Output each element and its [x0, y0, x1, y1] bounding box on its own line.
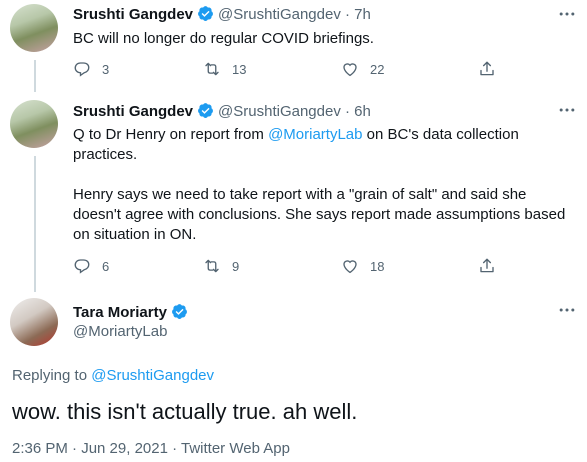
like-icon	[343, 260, 357, 274]
retweet-button[interactable]: 9	[203, 257, 239, 275]
more-icon[interactable]	[557, 100, 577, 120]
reply-icon	[74, 62, 90, 77]
author-handle[interactable]: @MoriartyLab	[73, 323, 167, 340]
author-name[interactable]: Tara Moriarty	[73, 304, 167, 321]
tweet-meta: 2:36 PM · Jun 29, 2021 · Twitter Web App	[12, 440, 290, 457]
like-button[interactable]: 18	[341, 257, 384, 275]
tweet-time[interactable]: · 6h	[341, 103, 371, 120]
replying-to-handle[interactable]: @SrushtiGangdev	[91, 367, 214, 384]
share-button[interactable]	[478, 257, 496, 275]
tweet-text-rest: on BC's data collection practices. Henry…	[73, 126, 566, 243]
tweet-header: Srushti Gangdev @SrushtiGangdev · 7h	[73, 5, 371, 24]
thread-line	[34, 60, 36, 92]
retweet-button[interactable]: 13	[203, 60, 246, 78]
more-icon[interactable]	[557, 4, 577, 24]
retweet-icon	[205, 259, 219, 273]
verified-icon	[198, 103, 213, 118]
avatar[interactable]	[10, 100, 58, 148]
avatar[interactable]	[10, 298, 58, 346]
replying-to: Replying to @SrushtiGangdev	[12, 367, 214, 384]
timestamp[interactable]: 2:36 PM · Jun 29, 2021 ·	[12, 440, 181, 457]
reply-icon	[74, 259, 90, 274]
main-tweet-text: wow. this isn't actually true. ah well.	[12, 399, 358, 424]
retweet-count: 13	[232, 61, 247, 77]
verified-icon	[198, 6, 213, 21]
reply-count: 6	[102, 258, 110, 274]
thread-line	[34, 156, 36, 292]
author-handle[interactable]: @SrushtiGangdev	[218, 6, 341, 23]
like-icon	[343, 63, 357, 77]
tweet-text-start: Q to Dr Henry on report from	[73, 126, 269, 143]
source-app[interactable]: Twitter Web App	[181, 440, 290, 457]
tweet-time[interactable]: · 7h	[341, 6, 371, 23]
share-icon	[480, 61, 494, 76]
more-icon[interactable]	[557, 300, 577, 320]
avatar[interactable]	[10, 4, 58, 52]
author-name[interactable]: Srushti Gangdev	[73, 6, 193, 23]
share-icon	[480, 258, 494, 273]
mention-link[interactable]: @MoriartyLab	[268, 126, 362, 143]
replying-to-label: Replying to	[12, 367, 92, 384]
verified-icon	[171, 304, 187, 319]
like-count: 22	[370, 61, 385, 77]
author-handle[interactable]: @SrushtiGangdev	[218, 103, 341, 120]
share-button[interactable]	[478, 60, 496, 78]
reply-button[interactable]: 3	[73, 60, 109, 78]
tweet-text: BC will no longer do regular COVID brief…	[73, 30, 374, 47]
tweet-actions: 6 9 18	[73, 257, 513, 277]
retweet-count: 9	[232, 258, 240, 274]
like-count: 18	[370, 258, 385, 274]
main-tweet-author: Tara Moriarty	[73, 303, 192, 322]
like-button[interactable]: 22	[341, 60, 384, 78]
reply-count: 3	[102, 61, 110, 77]
tweet-header: Srushti Gangdev @SrushtiGangdev · 6h	[73, 102, 371, 121]
tweet-actions: 3 13 22	[73, 60, 513, 80]
retweet-icon	[205, 62, 219, 76]
reply-button[interactable]: 6	[73, 257, 109, 275]
author-name[interactable]: Srushti Gangdev	[73, 103, 193, 120]
tweet-text: Q to Dr Henry on report from @MoriartyLa…	[73, 125, 578, 245]
